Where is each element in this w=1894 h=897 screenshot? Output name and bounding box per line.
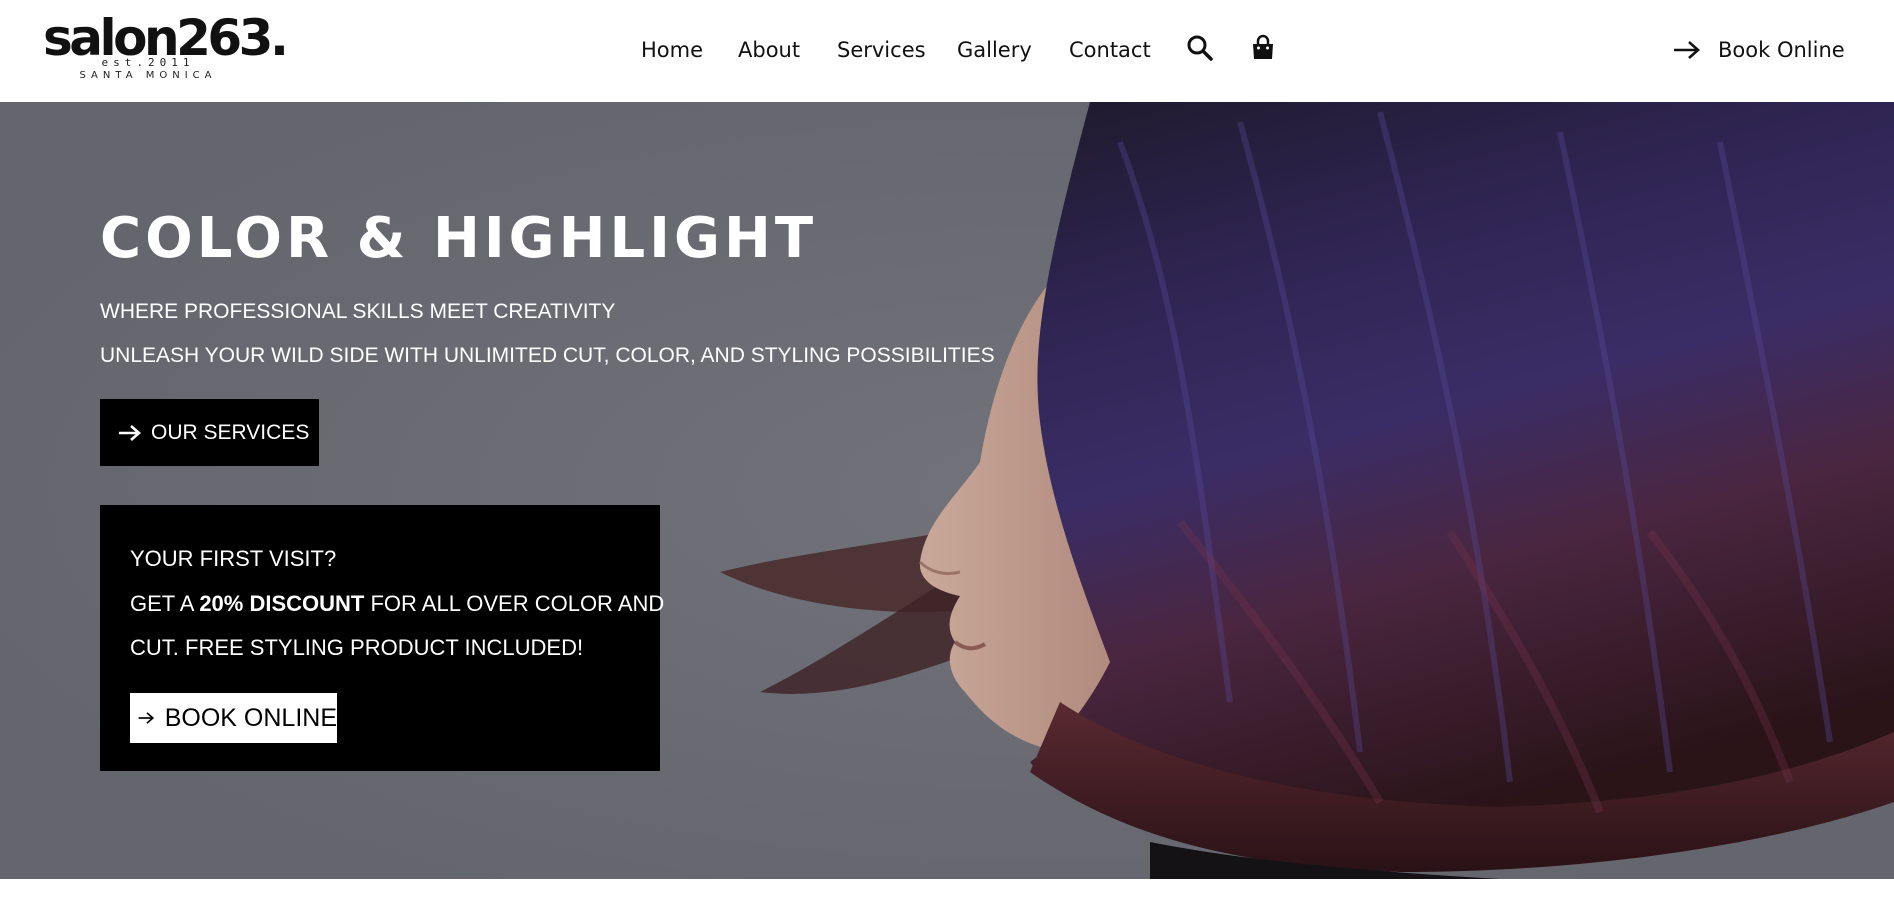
book-online-label: Book Online: [1718, 38, 1845, 62]
nav-services[interactable]: Services: [837, 36, 926, 64]
promo-offer-prefix: GET A: [130, 591, 200, 616]
hero-section: COLOR & HIGHLIGHT WHERE PROFESSIONAL SKI…: [0, 102, 1894, 879]
promo-discount: 20% DISCOUNT: [199, 591, 365, 616]
hero-title: COLOR & HIGHLIGHT: [100, 206, 818, 271]
nav-home[interactable]: Home: [641, 36, 703, 64]
promo-heading: YOUR FIRST VISIT?: [130, 546, 337, 571]
promo-offer: GET A 20% DISCOUNT FOR ALL OVER COLOR AN…: [130, 591, 664, 617]
arrow-right-icon: [119, 424, 141, 441]
nav-gallery[interactable]: Gallery: [957, 36, 1032, 64]
book-online-button-label: BOOK ONLINE: [164, 703, 337, 732]
first-visit-promo: YOUR FIRST VISIT? GET A 20% DISCOUNT FOR…: [100, 505, 664, 771]
book-online-button[interactable]: BOOK ONLINE: [130, 693, 337, 743]
hero-subtitle-1: WHERE PROFESSIONAL SKILLS MEET CREATIVIT…: [100, 300, 616, 323]
promo-offer-cont: CUT. FREE STYLING PRODUCT INCLUDED!: [130, 635, 584, 660]
search-icon[interactable]: [1186, 34, 1214, 62]
nav-contact[interactable]: Contact: [1069, 36, 1151, 64]
promo-offer-suffix: FOR ALL OVER COLOR AND: [364, 591, 665, 616]
hero-subtitle-2: UNLEASH YOUR WILD SIDE WITH UNLIMITED CU…: [100, 344, 995, 367]
arrow-right-icon: [138, 712, 155, 724]
book-online-link[interactable]: Book Online: [1673, 36, 1845, 64]
main-nav: Home About Services Gallery Contact: [0, 36, 1894, 66]
nav-about[interactable]: About: [738, 36, 800, 64]
logo-city: SANTA MONICA: [79, 70, 217, 81]
our-services-button[interactable]: OUR SERVICES: [100, 399, 319, 466]
our-services-label: OUR SERVICES: [151, 420, 310, 444]
arrow-right-icon: [1674, 41, 1700, 59]
site-header: salon263. est.2011 SANTA MONICA Home Abo…: [0, 0, 1894, 102]
shopping-bag-icon[interactable]: [1249, 34, 1277, 62]
